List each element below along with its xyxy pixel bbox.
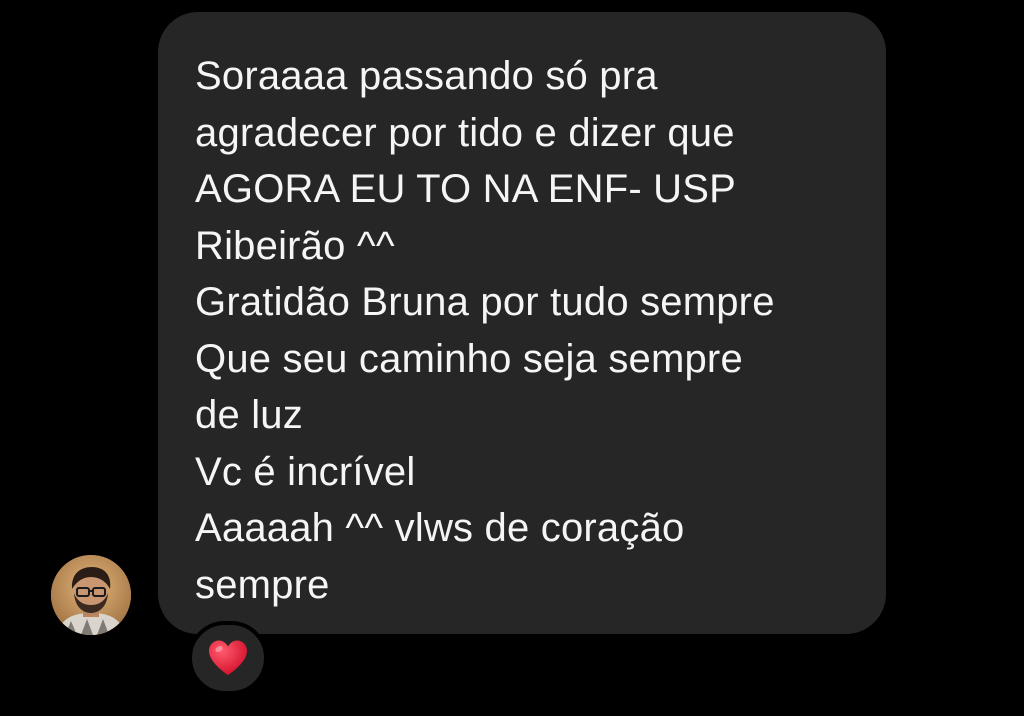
reaction-badge[interactable] bbox=[188, 621, 268, 695]
message-line: Que seu caminho seja sempre bbox=[195, 336, 743, 381]
heart-icon bbox=[209, 640, 247, 675]
message-line: Gratidão Bruna por tudo sempre bbox=[195, 280, 775, 324]
message-line: Ribeirão ^^ bbox=[195, 223, 395, 268]
avatar-photo bbox=[51, 555, 131, 635]
sender-avatar[interactable] bbox=[51, 555, 131, 635]
message-line: Vc é incrível bbox=[195, 449, 416, 494]
message-line: AGORA EU TO NA ENF- USP bbox=[195, 167, 737, 211]
message-line: sempre bbox=[195, 562, 330, 607]
message-line: de luz bbox=[195, 393, 303, 437]
message-line: Aaaaah ^^ vlws de coração bbox=[195, 506, 685, 550]
message-bubble[interactable]: Soraaaa passando só pra agradecer por ti… bbox=[158, 12, 886, 634]
chat-screen: Soraaaa passando só pra agradecer por ti… bbox=[0, 0, 1024, 716]
message-line: Soraaaa passando só pra bbox=[195, 54, 658, 98]
message-line: agradecer por tido e dizer que bbox=[195, 110, 735, 155]
